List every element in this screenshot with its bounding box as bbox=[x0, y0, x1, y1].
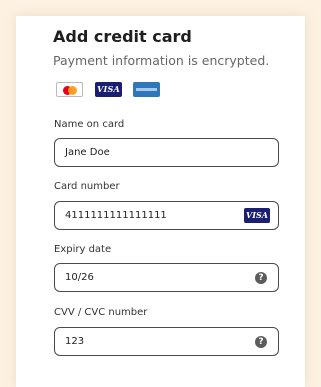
help-icon[interactable]: ? bbox=[255, 336, 267, 348]
name-on-card-value: Jane Doe bbox=[65, 147, 110, 158]
cvv-value: 123 bbox=[65, 336, 85, 347]
visa-icon: VISA bbox=[95, 82, 122, 97]
name-on-card-field[interactable]: Jane Doe bbox=[54, 138, 279, 167]
card-number-field[interactable]: 4111111111111111 VISA bbox=[54, 201, 279, 230]
card-number-label: Card number bbox=[54, 181, 120, 192]
mastercard-icon bbox=[56, 82, 83, 97]
expiry-date-label: Expiry date bbox=[54, 244, 112, 255]
help-icon[interactable]: ? bbox=[255, 272, 267, 284]
expiry-date-value: 10/26 bbox=[65, 272, 94, 283]
card-number-value: 4111111111111111 bbox=[65, 210, 167, 221]
cvv-field[interactable]: 123 ? bbox=[54, 327, 279, 356]
encryption-note: Payment information is encrypted. bbox=[53, 53, 270, 68]
cvv-label: CVV / CVC number bbox=[54, 307, 148, 318]
visa-icon: VISA bbox=[244, 208, 270, 223]
add-card-panel: Add credit card Payment information is e… bbox=[16, 16, 305, 387]
amex-icon bbox=[133, 82, 160, 97]
name-on-card-label: Name on card bbox=[54, 119, 125, 130]
page-title: Add credit card bbox=[53, 27, 192, 46]
expiry-date-field[interactable]: 10/26 ? bbox=[54, 263, 279, 292]
